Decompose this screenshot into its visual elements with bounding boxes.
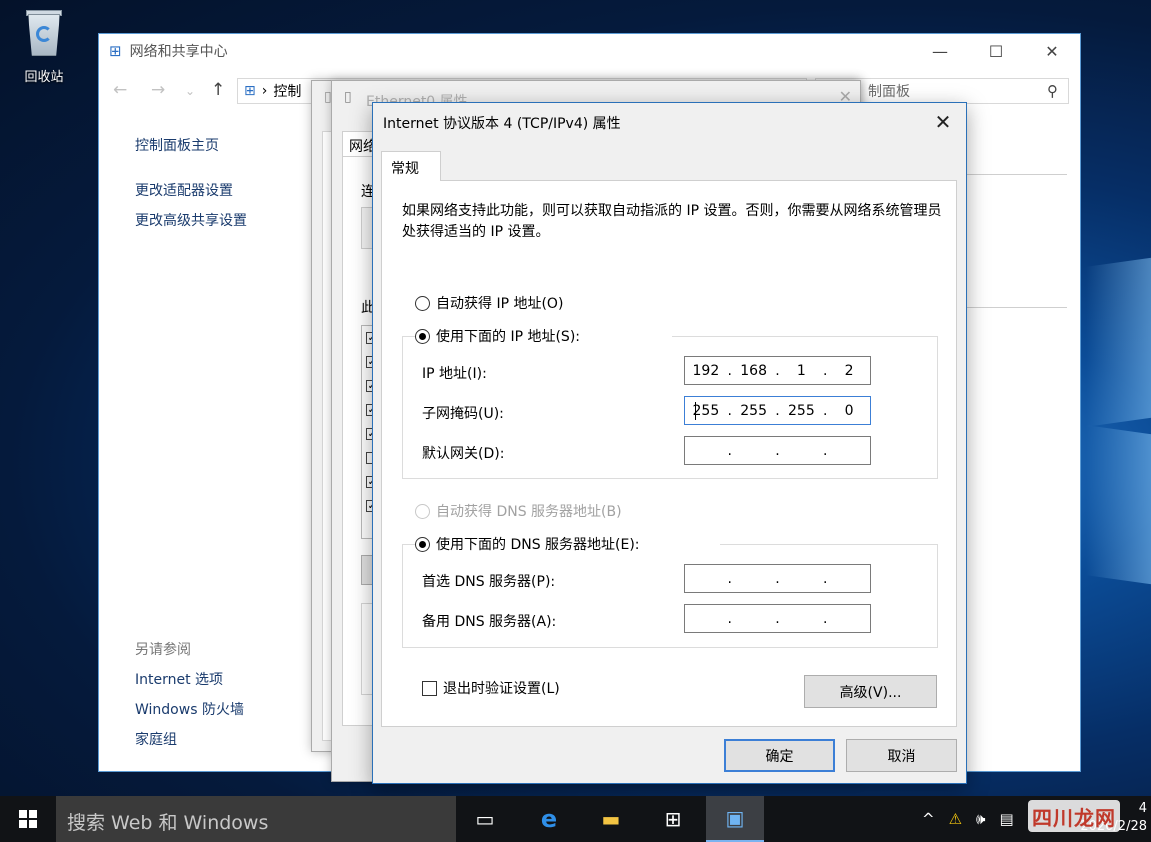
task-view-icon[interactable]: ▭ (460, 796, 510, 842)
wallpaper-ray (1086, 425, 1151, 585)
windows-logo-icon (19, 810, 37, 828)
notification-icon[interactable]: ▤ (999, 810, 1013, 828)
store-icon[interactable]: ⊞ (648, 796, 698, 842)
volume-icon[interactable]: 🕪 (976, 810, 985, 828)
start-button[interactable] (0, 796, 56, 842)
validate-checkbox[interactable]: 退出时验证设置(L) (422, 678, 560, 698)
search-placeholder: 制面板 (868, 84, 910, 100)
divider (967, 174, 1067, 175)
auto-dns-label: 自动获得 DNS 服务器地址(B) (436, 504, 622, 520)
taskbar-search-box[interactable]: 搜索 Web 和 Windows (56, 796, 456, 842)
file-explorer-icon[interactable]: ▬ (586, 796, 636, 842)
ip-address-field[interactable]: 192. 168. 1. 2 (684, 356, 871, 385)
maximize-button[interactable]: ☐ (968, 34, 1024, 68)
cancel-button[interactable]: 取消 (846, 739, 957, 772)
up-arrow-icon[interactable]: ↑ (211, 80, 225, 100)
ip-octet: 255 (740, 402, 767, 419)
ip-octet: 2 (844, 362, 854, 379)
search-icon: ⚲ (1047, 82, 1058, 100)
preferred-dns-label: 首选 DNS 服务器(P): (422, 574, 556, 590)
auto-ip-radio[interactable]: 自动获得 IP 地址(O) (415, 293, 563, 313)
see-also-internet-options[interactable]: Internet 选项 (135, 669, 223, 689)
sidebar-link-adapter-settings[interactable]: 更改适配器设置 (135, 180, 233, 200)
chevron-down-icon[interactable]: ⌄ (185, 84, 195, 98)
auto-dns-radio[interactable]: 自动获得 DNS 服务器地址(B) (415, 501, 622, 521)
network-icon: ⊞ (109, 42, 122, 60)
site-watermark: 四川龙网 (1028, 800, 1120, 832)
wallpaper-ray (1086, 257, 1151, 427)
description-text: 如果网络支持此功能，则可以获取自动指派的 IP 设置。否则，你需要从网络系统管理… (402, 203, 942, 240)
alternate-dns-label: 备用 DNS 服务器(A): (422, 614, 557, 630)
subnet-mask-label: 子网掩码(U): (422, 406, 504, 422)
close-button[interactable]: ✕ (1024, 34, 1080, 68)
chevron-up-icon[interactable]: ^ (922, 810, 935, 828)
manual-dns-label: 使用下面的 DNS 服务器地址(E): (436, 537, 640, 553)
close-button[interactable]: ✕ (920, 103, 966, 141)
recycle-bin-shortcut[interactable]: 回收站 (12, 6, 76, 90)
ip-octet: 192 (692, 362, 720, 379)
dialog-title: Internet 协议版本 4 (TCP/IPv4) 属性 (383, 116, 621, 132)
text-caret (695, 402, 696, 420)
breadcrumb-chevron-icon: › (261, 83, 268, 99)
sidebar-link-sharing-settings[interactable]: 更改高级共享设置 (135, 210, 247, 230)
back-arrow-icon[interactable]: ← (113, 80, 127, 100)
ip-octet: 255 (788, 402, 815, 419)
control-panel-icon: ⊞ (244, 83, 256, 99)
checkbox-icon (422, 680, 437, 696)
taskbar: 搜索 Web 和 Windows ▭ e ▬ ⊞ ▣ ^ ⚠ 🕪 ▤ 4 202… (0, 796, 1151, 842)
divider (967, 307, 1067, 308)
sidebar-link-control-panel-home[interactable]: 控制面板主页 (135, 135, 219, 155)
preferred-dns-field[interactable]: . . . (684, 564, 871, 593)
ip-octet: 0 (844, 402, 854, 419)
recycle-bin-label: 回收站 (24, 70, 64, 85)
forward-arrow-icon[interactable]: → (151, 80, 165, 100)
see-also-firewall[interactable]: Windows 防火墙 (135, 699, 244, 719)
recycle-bin-icon (22, 6, 66, 58)
manual-ip-label: 使用下面的 IP 地址(S): (436, 329, 580, 345)
see-also-homegroup[interactable]: 家庭组 (135, 729, 177, 749)
ipv4-properties-dialog: Internet 协议版本 4 (TCP/IPv4) 属性 ✕ 常规 如果网络支… (372, 102, 967, 784)
control-panel-taskbar-icon[interactable]: ▣ (706, 796, 764, 842)
edge-browser-icon[interactable]: e (524, 796, 574, 842)
manual-ip-radio[interactable]: 使用下面的 IP 地址(S): (415, 326, 672, 346)
network-warning-icon[interactable]: ⚠ (949, 810, 962, 828)
auto-ip-label: 自动获得 IP 地址(O) (436, 296, 564, 312)
radio-icon (415, 295, 430, 311)
ip-octet: 255 (692, 402, 720, 419)
manual-dns-radio[interactable]: 使用下面的 DNS 服务器地址(E): (415, 534, 720, 554)
ok-button[interactable]: 确定 (724, 739, 835, 772)
general-panel: 如果网络支持此功能，则可以获取自动指派的 IP 设置。否则，你需要从网络系统管理… (381, 180, 957, 727)
radio-selected-icon (415, 536, 430, 552)
window-title: 网络和共享中心 (129, 44, 228, 60)
ip-octet: 168 (740, 362, 767, 379)
breadcrumb: 控制 (273, 84, 302, 100)
subnet-mask-field[interactable]: 255. 255. 255. 0 (684, 396, 871, 425)
radio-selected-icon (415, 328, 430, 344)
minimize-button[interactable]: — (912, 34, 968, 68)
ip-address-label: IP 地址(I): (422, 366, 487, 382)
advanced-button[interactable]: 高级(V)... (804, 675, 937, 708)
gateway-label: 默认网关(D): (422, 446, 505, 462)
gateway-field[interactable]: . . . (684, 436, 871, 465)
radio-disabled-icon (415, 503, 430, 519)
adapter-icon: ▯ (344, 89, 352, 105)
ip-octet: 1 (796, 362, 806, 379)
validate-label: 退出时验证设置(L) (443, 681, 560, 697)
system-tray: ^ ⚠ 🕪 ▤ (922, 796, 1014, 842)
see-also-heading: 另请参阅 (135, 642, 191, 658)
tab-general[interactable]: 常规 (381, 151, 441, 181)
alternate-dns-field[interactable]: . . . (684, 604, 871, 633)
